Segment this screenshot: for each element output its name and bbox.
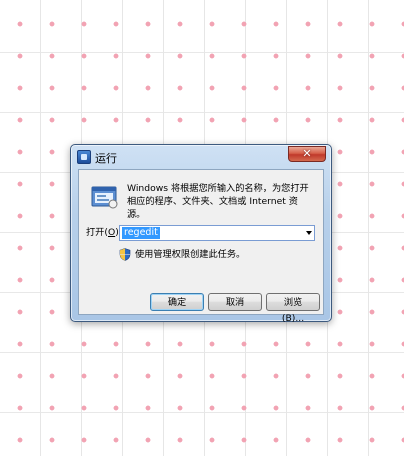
title-bar[interactable]: 运行 ✕: [71, 145, 331, 169]
run-program-icon: [91, 186, 118, 209]
dialog-client-area: Windows 将根据您所输入的名称，为您打开相应的程序、文件夹、文档或 Int…: [78, 169, 324, 324]
run-dialog-icon: [77, 150, 91, 164]
admin-privilege-note: 使用管理权限创建此任务。: [135, 249, 246, 260]
open-combobox[interactable]: regedit: [119, 225, 315, 241]
run-dialog: 运行 ✕ Windows 将根据您所输入的名称，为您打开相应的程序、文件夹、文档…: [70, 144, 332, 324]
dialog-footer: 确定 取消 浏览(B)...: [79, 279, 323, 324]
close-icon: ✕: [302, 147, 312, 160]
cancel-button[interactable]: 取消: [208, 293, 262, 311]
open-label: 打开(O):: [86, 227, 122, 238]
ok-button[interactable]: 确定: [150, 293, 204, 311]
close-button[interactable]: ✕: [288, 146, 326, 162]
chevron-down-icon[interactable]: [306, 231, 312, 235]
uac-shield-icon: [119, 248, 131, 261]
browse-button[interactable]: 浏览(B)...: [266, 293, 320, 324]
open-input-value[interactable]: regedit: [122, 227, 160, 239]
dialog-description: Windows 将根据您所输入的名称，为您打开相应的程序、文件夹、文档或 Int…: [127, 183, 309, 220]
dialog-title: 运行: [95, 152, 117, 165]
